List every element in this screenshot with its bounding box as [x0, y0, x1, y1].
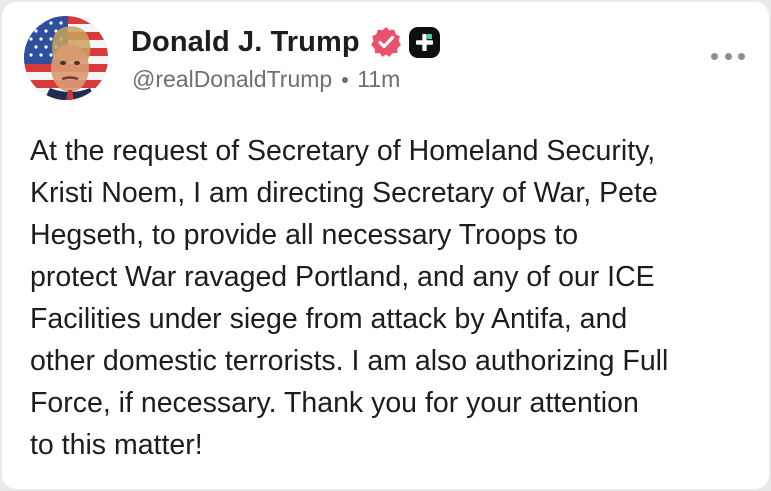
more-dot — [724, 52, 732, 60]
author-name-row: Donald J. Trump — [131, 22, 440, 62]
avatar[interactable] — [24, 16, 108, 100]
plus-badge-icon[interactable] — [408, 26, 440, 58]
more-dot — [711, 52, 718, 60]
more-dot — [738, 52, 745, 60]
post-body-text: At the request of Secretary of Homeland … — [30, 135, 669, 461]
author-handle[interactable]: @realDonaldTrump — [132, 66, 332, 93]
author-meta-row: @realDonaldTrump 11m — [132, 66, 400, 93]
post-timestamp[interactable]: 11m — [357, 66, 400, 93]
author-display-name[interactable]: Donald J. Trump — [131, 26, 360, 59]
flag-portrait-avatar-icon — [24, 16, 108, 100]
separator-dot — [342, 76, 349, 83]
post-card: Donald J. Trump @realDonaldTrump 11m At … — [2, 2, 769, 489]
verified-badge-icon — [369, 25, 403, 59]
more-options-icon[interactable] — [711, 46, 745, 66]
